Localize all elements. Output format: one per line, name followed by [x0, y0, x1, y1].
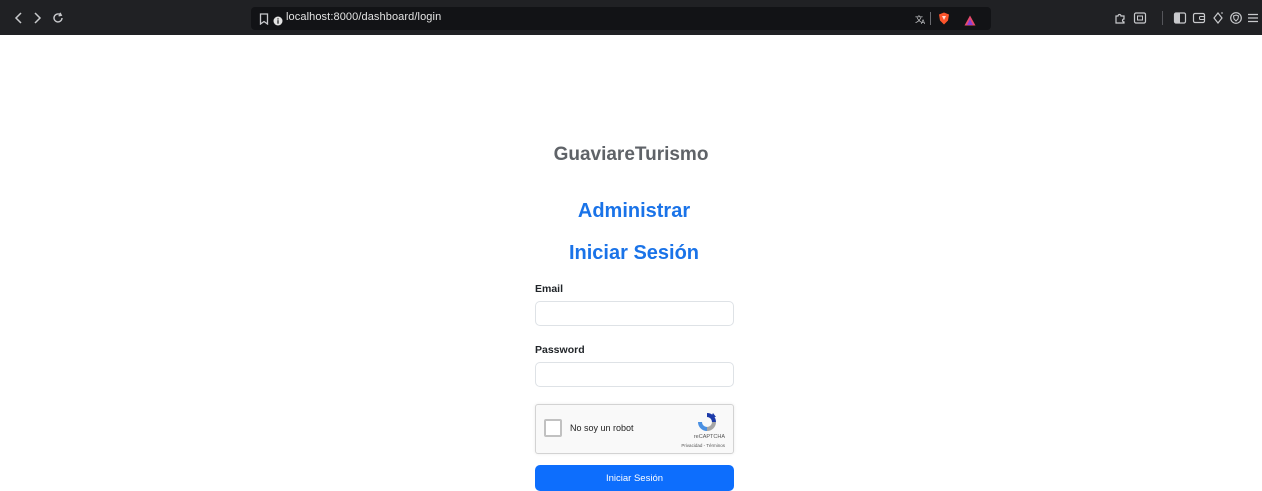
page-heading-login: Iniciar Sesión: [568, 242, 700, 264]
site-brand: GuaviareTurismo: [553, 144, 709, 165]
url-text: localhost:8000/dashboard/login: [286, 11, 442, 23]
translate-icon[interactable]: 文A: [915, 12, 927, 30]
recaptcha-checkbox[interactable]: [544, 419, 562, 437]
password-field[interactable]: [535, 362, 734, 387]
site-info-icon[interactable]: [273, 13, 283, 31]
svg-text:A: A: [921, 19, 926, 25]
forward-icon[interactable]: [28, 9, 46, 27]
toolbar-divider: [1162, 11, 1163, 25]
password-label: Password: [535, 344, 585, 356]
address-bar[interactable]: localhost:8000/dashboard/login 文A: [251, 7, 991, 30]
brave-shields-icon[interactable]: [938, 12, 950, 30]
browser-toolbar: localhost:8000/dashboard/login 文A: [0, 0, 1262, 35]
login-submit-button[interactable]: Iniciar Sesión: [535, 465, 734, 491]
leo-ai-icon[interactable]: [1209, 9, 1227, 27]
recaptcha-label: No soy un robot: [570, 423, 634, 433]
email-label: Email: [535, 283, 564, 295]
divider: [930, 12, 931, 25]
sidebar-icon[interactable]: [1171, 9, 1189, 27]
vpn-icon[interactable]: [1227, 9, 1245, 27]
page-heading-admin: Administrar: [577, 200, 691, 222]
email-field[interactable]: [535, 301, 734, 326]
wallet-icon[interactable]: [1190, 9, 1208, 27]
recaptcha-widget: No soy un robot reCAPTCHA Privacidad - T…: [535, 404, 734, 454]
recaptcha-brand: reCAPTCHA: [693, 434, 725, 440]
reload-icon[interactable]: [49, 9, 67, 27]
bookmark-icon[interactable]: [259, 12, 269, 30]
brave-rewards-icon[interactable]: [964, 13, 976, 31]
recaptcha-links[interactable]: Privacidad - Términos: [681, 443, 725, 448]
menu-icon[interactable]: [1244, 9, 1262, 27]
screenshot-icon[interactable]: [1131, 9, 1149, 27]
recaptcha-logo-icon: [696, 411, 718, 433]
back-icon[interactable]: [10, 9, 28, 27]
extensions-icon[interactable]: [1111, 9, 1129, 27]
